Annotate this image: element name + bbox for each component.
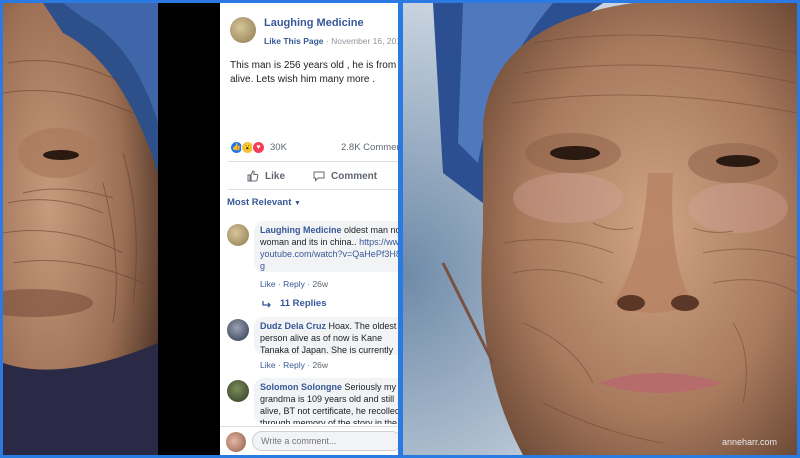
post-date[interactable]: November 16, 2018 xyxy=(331,36,398,46)
comment-author[interactable]: Solomon Solongne xyxy=(260,382,342,392)
face-image-right xyxy=(403,3,797,455)
face-photo-right xyxy=(403,3,797,455)
panel-divider xyxy=(398,0,403,458)
action-bar: Like Comment xyxy=(220,166,398,188)
black-bar xyxy=(158,3,220,455)
comment-like-link[interactable]: Like xyxy=(260,279,276,289)
divider xyxy=(228,189,398,190)
comment-actions: Like · Reply · 26w xyxy=(260,360,329,370)
comment-icon xyxy=(313,171,325,182)
comments-count[interactable]: 2.8K Comments xyxy=(341,142,398,153)
sort-dropdown[interactable]: Most Relevant ▼ xyxy=(227,197,301,208)
like-button-label: Like xyxy=(265,170,286,182)
comment-bubble: Laughing Medicine oldest man now woman a… xyxy=(254,221,398,272)
post-text: This man is 256 years old , he is from C… xyxy=(230,60,398,85)
dropdown-icon: ▼ xyxy=(294,200,301,207)
comment-bubble: Dudz Dela Cruz Hoax. The oldest person a… xyxy=(254,317,398,355)
comment-button[interactable]: Comment xyxy=(313,170,377,182)
comment-input[interactable] xyxy=(252,431,398,451)
divider xyxy=(228,161,398,162)
love-reaction-icon: ♥ xyxy=(252,140,265,154)
page-name[interactable]: Laughing Medicine xyxy=(264,17,364,29)
like-button[interactable]: Like xyxy=(247,170,285,182)
comment-time[interactable]: 26w xyxy=(312,279,328,289)
face-photo-left xyxy=(3,3,158,455)
comment-button-label: Comment xyxy=(331,170,378,182)
reply-arrow-icon xyxy=(262,300,271,307)
like-page-link[interactable]: Like This Page xyxy=(264,36,324,46)
page-meta: Like This Page · November 16, 2018 xyxy=(264,36,398,46)
comment-avatar[interactable] xyxy=(227,319,249,341)
comment-bubble: Solomon Solongne Seriously my grandma is… xyxy=(254,378,398,424)
watermark: anneharr.com xyxy=(722,437,778,447)
comment-author[interactable]: Dudz Dela Cruz xyxy=(260,321,326,331)
view-replies-link[interactable]: 11 Replies xyxy=(262,298,326,309)
reactions-count: 30K xyxy=(270,141,287,153)
write-comment-bar xyxy=(220,426,398,455)
page-avatar[interactable] xyxy=(230,17,256,43)
post-header: Laughing Medicine Like This Page · Novem… xyxy=(220,3,398,51)
reactions-summary[interactable]: 👍 😮 ♥ 30K xyxy=(230,139,287,155)
face-image-left xyxy=(3,3,158,455)
comment-time[interactable]: 26w xyxy=(312,360,328,370)
replies-count: 11 Replies xyxy=(280,298,327,309)
comment-reply-link[interactable]: Reply xyxy=(283,279,305,289)
comment-actions: Like · Reply · 26w xyxy=(260,279,329,289)
like-icon xyxy=(247,170,259,182)
comment-like-link[interactable]: Like xyxy=(260,360,276,370)
user-avatar xyxy=(226,432,246,452)
comment-reply-link[interactable]: Reply xyxy=(283,360,305,370)
comment-avatar[interactable] xyxy=(227,224,249,246)
comment-avatar[interactable] xyxy=(227,380,249,402)
sort-label: Most Relevant xyxy=(227,197,292,208)
facebook-post-card: Laughing Medicine Like This Page · Novem… xyxy=(220,3,398,455)
comment-author[interactable]: Laughing Medicine xyxy=(260,225,342,235)
